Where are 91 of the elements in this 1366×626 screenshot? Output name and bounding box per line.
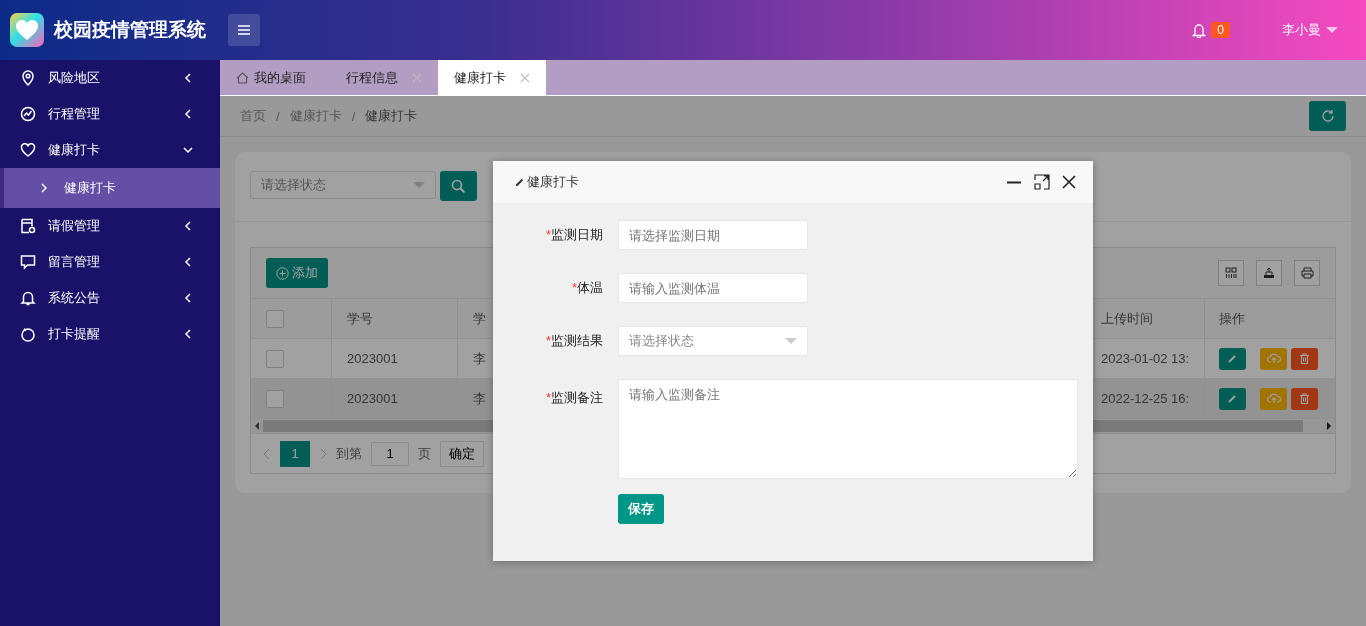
previous-page-icon[interactable] <box>263 447 271 460</box>
select-all-checkbox[interactable] <box>266 309 284 328</box>
heart-icon <box>20 142 36 158</box>
maximize-icon[interactable] <box>1034 174 1050 190</box>
tab[interactable]: 健康打卡 <box>438 60 546 95</box>
sidebar-item[interactable]: 系统公告 <box>0 280 220 316</box>
column-header: 学号 <box>347 309 373 328</box>
plus-circle-icon <box>276 266 289 280</box>
dialog-title: 健康打卡 <box>527 173 579 191</box>
sidebar-item[interactable]: 风险地区 <box>0 60 220 96</box>
next-page-icon[interactable] <box>319 447 327 460</box>
notification-count: 0 <box>1211 22 1230 38</box>
table-cell: 李 <box>473 349 486 368</box>
table-cell: 2022-12-25 16: <box>1101 391 1190 406</box>
chat-icon <box>20 254 36 270</box>
search-button[interactable] <box>440 171 477 201</box>
cloud-upload-icon <box>1266 393 1281 404</box>
chevron-left-icon <box>183 73 193 83</box>
menu-icon <box>237 24 251 36</box>
column-header: 上传时间 <box>1101 309 1153 328</box>
export-icon <box>1263 267 1275 279</box>
cloud-upload-icon <box>1266 353 1281 364</box>
goto-label: 到第 <box>336 444 362 463</box>
chevron-left-icon <box>183 329 193 339</box>
sidebar-item[interactable]: 健康打卡 <box>0 132 220 168</box>
pencil-icon <box>1227 393 1238 404</box>
edit-button[interactable] <box>1219 387 1246 410</box>
table-cell: 2023-01-02 13: <box>1101 351 1190 366</box>
trash-icon <box>1299 353 1310 364</box>
columns-button[interactable] <box>1218 260 1244 286</box>
sidebar-subitem[interactable]: 健康打卡 <box>0 168 220 208</box>
trend-chart-icon <box>20 106 36 122</box>
pencil-icon <box>515 177 525 187</box>
chevron-left-icon <box>183 293 193 303</box>
chevron-left-icon <box>183 221 193 231</box>
chevron-down-icon <box>183 145 193 155</box>
form-label: *监测结果 <box>544 332 603 350</box>
sidebar-item[interactable]: 行程管理 <box>0 96 220 132</box>
sidebar-item[interactable]: 留言管理 <box>0 244 220 280</box>
heart-logo-icon <box>10 13 44 47</box>
delete-button[interactable] <box>1291 347 1318 370</box>
form-label: *监测日期 <box>544 226 603 244</box>
breadcrumb-separator: / <box>351 108 356 124</box>
table-cell: 2023001 <box>347 391 398 406</box>
sidebar-item[interactable]: 打卡提醒 <box>0 316 220 352</box>
document-icon <box>20 218 36 234</box>
app-title: 校园疫情管理系统 <box>54 18 206 42</box>
input-field[interactable]: 请输入监测体温 <box>618 273 808 303</box>
delete-button[interactable] <box>1291 387 1318 410</box>
chevron-right-icon <box>40 183 48 193</box>
row-checkbox[interactable] <box>266 349 284 368</box>
breadcrumb-separator: / <box>276 108 280 124</box>
page-unit-label: 页 <box>418 444 431 463</box>
form-label: *体温 <box>570 279 603 297</box>
breadcrumb-item: 健康打卡 <box>365 107 418 125</box>
sidebar-item[interactable]: 请假管理 <box>0 208 220 244</box>
edit-button[interactable] <box>1219 347 1246 370</box>
search-icon <box>451 178 466 194</box>
table-cell: 李 <box>473 389 486 408</box>
refresh-icon <box>1320 109 1335 123</box>
menu-toggle-button[interactable] <box>228 14 260 46</box>
row-checkbox[interactable] <box>266 389 284 408</box>
confirm-button[interactable]: 确定 <box>440 440 484 467</box>
home-icon <box>236 71 249 84</box>
table-cell: 2023001 <box>347 351 398 366</box>
bell-icon <box>20 290 36 306</box>
bell-icon[interactable] <box>1192 22 1207 38</box>
trash-icon <box>1299 393 1310 404</box>
grid-icon <box>1225 267 1237 279</box>
chevron-left-icon <box>183 257 193 267</box>
print-button[interactable] <box>1294 260 1320 286</box>
upload-button[interactable] <box>1260 347 1287 370</box>
date-field[interactable]: 请选择监测日期 <box>618 220 808 250</box>
form-label: *监测备注 <box>544 389 603 407</box>
save-button[interactable]: 保存 <box>618 494 664 524</box>
upload-button[interactable] <box>1260 387 1287 410</box>
result-select[interactable]: 请选择状态 <box>618 326 808 356</box>
close-icon[interactable] <box>1062 175 1076 189</box>
remarks-textarea[interactable]: 请输入监测备注 <box>618 379 1078 479</box>
user-menu[interactable]: 李小曼 <box>1282 21 1338 39</box>
refresh-button[interactable] <box>1309 101 1346 131</box>
column-header: 操作 <box>1219 309 1245 328</box>
printer-icon <box>1300 267 1314 279</box>
tab[interactable]: 行程信息 <box>330 60 438 95</box>
column-header: 学 <box>473 309 486 328</box>
page-input[interactable]: 1 <box>371 441 409 466</box>
location-pin-icon <box>20 70 36 86</box>
tab[interactable]: 我的桌面 <box>220 60 330 95</box>
chevron-left-icon <box>183 109 193 119</box>
export-button[interactable] <box>1256 260 1282 286</box>
pencil-icon <box>1227 353 1238 364</box>
